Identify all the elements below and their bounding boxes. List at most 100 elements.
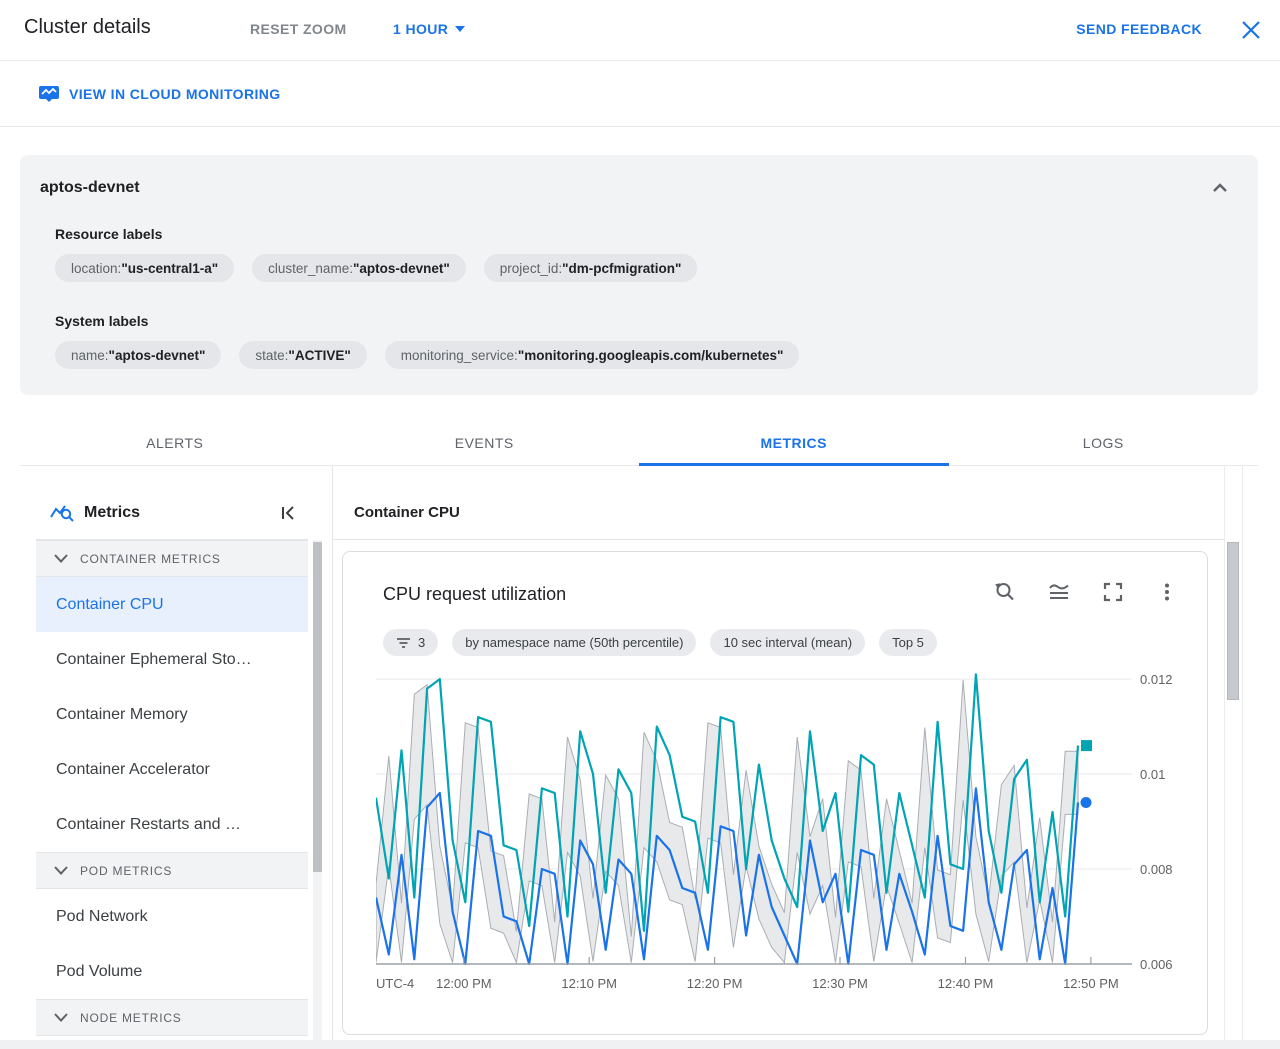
sidebar-item-container-restarts[interactable]: Container Restarts and …: [36, 797, 308, 852]
reset-zoom-button[interactable]: RESET ZOOM: [250, 21, 347, 37]
main-pane-title: Container CPU: [354, 504, 460, 521]
metrics-icon: [49, 502, 75, 529]
sidebar-item-container-accelerator[interactable]: Container Accelerator: [36, 742, 308, 797]
tab-logs[interactable]: LOGS: [949, 420, 1259, 465]
label-chip: monitoring_service : "monitoring.googlea…: [384, 341, 800, 369]
breakdown-chip[interactable]: by namespace name (50th percentile): [452, 629, 697, 656]
cluster-name: aptos-devnet: [40, 179, 140, 196]
svg-text:12:50 PM: 12:50 PM: [1063, 976, 1119, 991]
view-in-cloud-monitoring-link[interactable]: VIEW IN CLOUD MONITORING: [38, 84, 281, 103]
tab-metrics[interactable]: METRICS: [639, 420, 949, 466]
label-chip: name : "aptos-devnet": [55, 341, 222, 369]
label-key: location: [71, 260, 118, 276]
label-value: "us-central1-a": [121, 260, 219, 276]
main-pane-header: Container CPU: [333, 486, 1224, 540]
monitoring-link-label: VIEW IN CLOUD MONITORING: [69, 85, 281, 102]
sidebar-item-container-ephemeral-storage[interactable]: Container Ephemeral Sto…: [36, 632, 308, 687]
svg-text:12:20 PM: 12:20 PM: [687, 976, 743, 991]
top-filter-chip[interactable]: Top 5: [879, 629, 937, 656]
cluster-details-page: Cluster details RESET ZOOM 1 HOUR SEND F…: [0, 0, 1280, 1049]
collapse-sidebar-button[interactable]: [276, 501, 300, 525]
filter-count-chip[interactable]: 3: [383, 629, 439, 656]
chevron-up-icon: [1213, 183, 1227, 192]
label-value: "monitoring.googleapis.com/kubernetes": [517, 347, 784, 363]
label-key: project_id: [499, 260, 559, 276]
svg-text:12:10 PM: 12:10 PM: [561, 976, 617, 991]
svg-text:0.012: 0.012: [1140, 672, 1173, 687]
sidebar-item-pod-volume[interactable]: Pod Volume: [36, 944, 308, 999]
section-node-metrics[interactable]: NODE METRICS: [36, 999, 308, 1036]
sidebar-scrollbar-thumb[interactable]: [313, 542, 322, 872]
sidebar-item-pod-network[interactable]: Pod Network: [36, 889, 308, 944]
cpu-utilization-chart[interactable]: 12:00 PM 12:10 PM 12:20 PM 12:30 PM 12:40 PM…: [374, 671, 1191, 1001]
collapse-left-icon: [282, 506, 294, 520]
sidebar-header: Metrics: [36, 486, 308, 540]
chart-title: CPU request utilization: [383, 584, 567, 604]
label-value: "aptos-devnet": [108, 347, 206, 363]
svg-text:12:00 PM: 12:00 PM: [436, 976, 492, 991]
time-range-button[interactable]: 1 HOUR: [393, 21, 466, 37]
caret-down-icon: [455, 26, 466, 32]
fullscreen-button[interactable]: [1101, 580, 1125, 604]
sidebar-item-container-memory[interactable]: Container Memory: [36, 687, 308, 742]
active-tab-underline: [639, 463, 949, 466]
section-container-metrics[interactable]: CONTAINER METRICS: [36, 540, 308, 577]
page-header: Cluster details RESET ZOOM 1 HOUR SEND F…: [0, 0, 1280, 61]
label-key: cluster_name: [268, 260, 350, 276]
page-title: Cluster details: [24, 16, 151, 38]
monitoring-link-row: VIEW IN CLOUD MONITORING: [0, 62, 1280, 127]
section-label: CONTAINER METRICS: [80, 551, 221, 566]
chart-svg[interactable]: 12:00 PM 12:10 PM 12:20 PM 12:30 PM 12:40 PM…: [374, 671, 1191, 1001]
svg-text:12:30 PM: 12:30 PM: [812, 976, 868, 991]
stacked-lines-icon: [1049, 584, 1069, 599]
tab-label: METRICS: [760, 434, 827, 451]
label-key: monitoring_service: [400, 347, 515, 363]
section-pod-metrics[interactable]: POD METRICS: [36, 852, 308, 889]
label-chip: cluster_name : "aptos-devnet": [252, 254, 466, 282]
tab-label: ALERTS: [146, 434, 204, 451]
tab-label: LOGS: [1082, 434, 1124, 451]
chart-toolbar: [993, 580, 1179, 604]
svg-text:UTC-4: UTC-4: [376, 976, 414, 991]
time-range-label: 1 HOUR: [393, 21, 449, 37]
main-scrollbar-thumb[interactable]: [1227, 542, 1239, 700]
sidebar-metrics-list: CONTAINER METRICS Container CPU Containe…: [36, 540, 308, 1036]
label-key: state: [255, 347, 285, 363]
main-scrollbar-track: [1224, 466, 1225, 1040]
close-icon: [1242, 21, 1260, 39]
send-feedback-button[interactable]: SEND FEEDBACK: [1076, 21, 1202, 37]
label-value: "ACTIVE": [288, 347, 351, 363]
sidebar-item-container-cpu[interactable]: Container CPU: [36, 577, 308, 632]
legend-toggle-button[interactable]: [1047, 580, 1071, 604]
section-label: POD METRICS: [80, 863, 173, 878]
sidebar-main-divider: [332, 466, 333, 1040]
resource-labels-title: Resource labels: [55, 226, 163, 242]
system-labels-row: name : "aptos-devnet" state : "ACTIVE" m…: [55, 341, 800, 369]
collapse-panel-button[interactable]: [1208, 177, 1232, 201]
label-chip: project_id : "dm-pcfmigration": [483, 254, 698, 282]
chart-filter-chips: 3 by namespace name (50th percentile) 10…: [383, 629, 937, 656]
svg-text:0.008: 0.008: [1140, 862, 1173, 877]
chevron-down-icon: [54, 1013, 68, 1022]
zoom-history-button[interactable]: [993, 580, 1017, 604]
tab-bar: ALERTS EVENTS METRICS LOGS: [20, 420, 1258, 466]
section-label: NODE METRICS: [80, 1010, 182, 1025]
label-key: name: [71, 347, 105, 363]
svg-text:12:40 PM: 12:40 PM: [938, 976, 994, 991]
chip-label: 3: [418, 635, 426, 650]
label-value: "dm-pcfmigration": [562, 260, 682, 276]
label-value: "aptos-devnet": [352, 260, 450, 276]
more-options-button[interactable]: [1155, 580, 1179, 604]
sidebar-title: Metrics: [84, 503, 141, 521]
interval-chip[interactable]: 10 sec interval (mean): [710, 629, 866, 656]
kebab-menu-icon: [1165, 583, 1169, 601]
content-right-border: [1242, 466, 1243, 1040]
tab-events[interactable]: EVENTS: [330, 420, 640, 465]
close-button[interactable]: [1238, 17, 1264, 43]
chart-card: CPU request utilization 3 by namespace n…: [342, 551, 1208, 1035]
resource-labels-row: location : "us-central1-a" cluster_name …: [55, 254, 698, 282]
chevron-down-icon: [54, 866, 68, 875]
tab-alerts[interactable]: ALERTS: [20, 420, 330, 465]
svg-text:0.01: 0.01: [1140, 767, 1165, 782]
cluster-info-panel: aptos-devnet Resource labels location : …: [20, 155, 1258, 395]
